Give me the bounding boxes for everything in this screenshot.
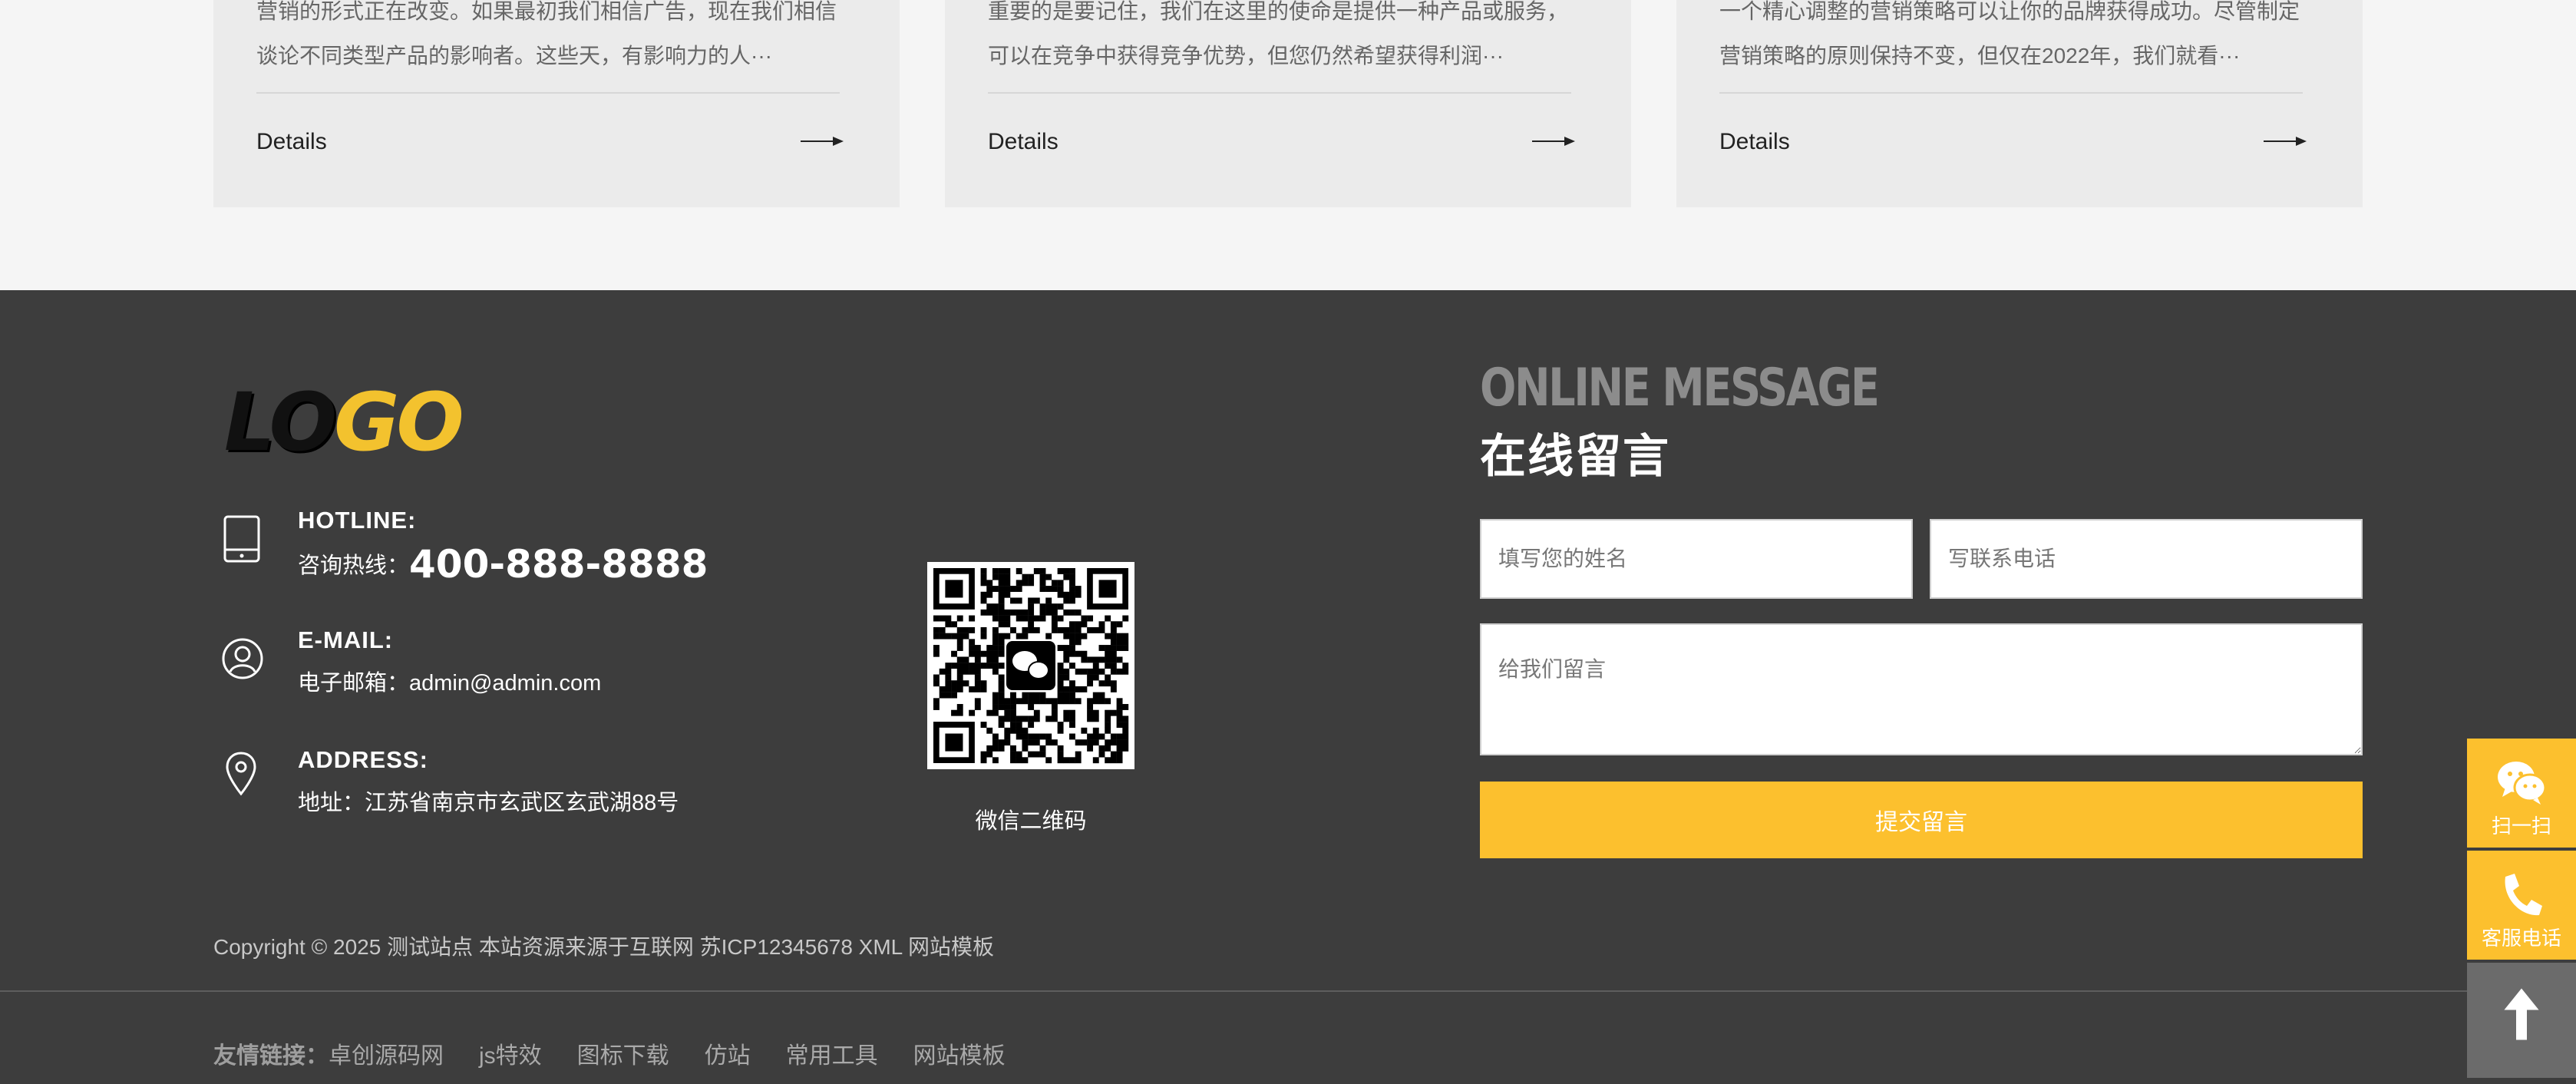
phone-icon [2505,874,2542,916]
arrow-up-icon [2504,988,2539,1040]
footer-divider [0,990,2576,992]
article-card[interactable]: 营销的形式正在改变。如果最初我们相信广告，现在我们相信 谈论不同类型产品的影响者… [213,0,900,207]
details-link[interactable]: Details [988,129,1058,155]
wechat-qr-code [927,562,1134,769]
article-excerpt: 重要的是要记住，我们在这里的使命是提供一种产品或服务， 可以在竞争中获得竞争优势… [988,0,1587,78]
excerpt-line: 谈论不同类型产品的影响者。这些天，有影响力的人··· [256,44,772,68]
wechat-icon [2498,762,2547,805]
scan-label: 扫一扫 [2491,815,2551,838]
scan-button[interactable]: 扫一扫 [2467,739,2576,848]
card-divider [256,92,840,94]
excerpt-line: 一个精心调整的营销策略可以让你的品牌获得成功。尽管制定 [1719,0,2300,23]
friend-link[interactable]: 图标下载 [577,1043,669,1069]
address-label: ADDRESS: [298,746,428,773]
phone-input[interactable] [1930,519,2363,599]
card-divider [1719,92,2303,94]
friend-links-label: 友情链接： [213,1043,329,1069]
article-excerpt: 营销的形式正在改变。如果最初我们相信广告，现在我们相信 谈论不同类型产品的影响者… [256,0,855,78]
friend-link[interactable]: 仿站 [705,1043,751,1069]
logo-text: GO [333,375,464,469]
back-to-top-button[interactable] [2467,963,2576,1078]
message-title-en: ONLINE MESSAGE [1480,358,1880,418]
message-textarea[interactable] [1480,623,2363,755]
friend-link[interactable]: 常用工具 [786,1043,878,1069]
details-link[interactable]: Details [1719,129,1790,155]
hotline-number[interactable]: 400-888-8888 [409,542,708,587]
arrow-right-icon[interactable] [801,132,844,150]
excerpt-line: 营销的形式正在改变。如果最初我们相信广告，现在我们相信 [256,0,837,23]
address-value: 地址：江苏省南京市玄武区玄武湖88号 [298,791,679,815]
location-pin-icon [226,752,256,796]
arrow-right-icon[interactable] [1532,132,1575,150]
email-value[interactable]: 电子邮箱：admin@admin.com [298,665,601,697]
details-link[interactable]: Details [256,129,327,155]
friend-link[interactable]: 网站模板 [913,1043,1006,1069]
friend-links: 友情链接：卓创源码网 js特效 图标下载 仿站 常用工具 网站模板 [213,1036,1041,1070]
tablet-icon [223,515,260,563]
excerpt-line: 重要的是要记住，我们在这里的使命是提供一种产品或服务， [988,0,1569,23]
excerpt-line: 营销策略的原则保持不变，但仅在2022年，我们就看··· [1719,44,2241,68]
hotline-prefix: 咨询热线： [298,554,410,578]
article-card[interactable]: 重要的是要记住，我们在这里的使命是提供一种产品或服务， 可以在竞争中获得竞争优势… [945,0,1631,207]
phone-label: 客服电话 [2481,927,2561,950]
hotline-label: HOTLINE: [298,507,417,534]
arrow-right-icon[interactable] [2264,132,2307,150]
name-input[interactable] [1480,519,1913,599]
message-title-cn: 在线留言 [1480,431,1670,482]
article-excerpt: 一个精心调整的营销策略可以让你的品牌获得成功。尽管制定 营销策略的原则保持不变，… [1719,0,2318,78]
user-circle-icon [222,638,263,679]
email-label: E-MAIL: [298,626,394,653]
article-section: 营销的形式正在改变。如果最初我们相信广告，现在我们相信 谈论不同类型产品的影响者… [0,0,2576,290]
qr-caption: 微信二维码 [975,809,1087,834]
hotline-value: 咨询热线：400-888-8888 [298,542,708,587]
article-card[interactable]: 一个精心调整的营销策略可以让你的品牌获得成功。尽管制定 营销策略的原则保持不变，… [1676,0,2363,207]
site-logo[interactable]: LOGO [224,382,464,462]
footer: LOGO HOTLINE: 咨询热线：400-888-8888 E-MAIL: … [0,290,2576,1084]
card-divider [988,92,1571,94]
excerpt-line: 可以在竞争中获得竞争优势，但您仍然希望获得利润··· [988,44,1504,68]
friend-link[interactable]: js特效 [479,1043,542,1069]
copyright-text: Copyright © 2025 测试站点 本站资源来源于互联网 苏ICP123… [213,935,994,959]
logo-text: LO [224,375,337,469]
submit-message-button[interactable]: 提交留言 [1480,782,2363,858]
phone-button[interactable]: 客服电话 [2467,851,2576,960]
friend-link[interactable]: 卓创源码网 [329,1043,444,1069]
